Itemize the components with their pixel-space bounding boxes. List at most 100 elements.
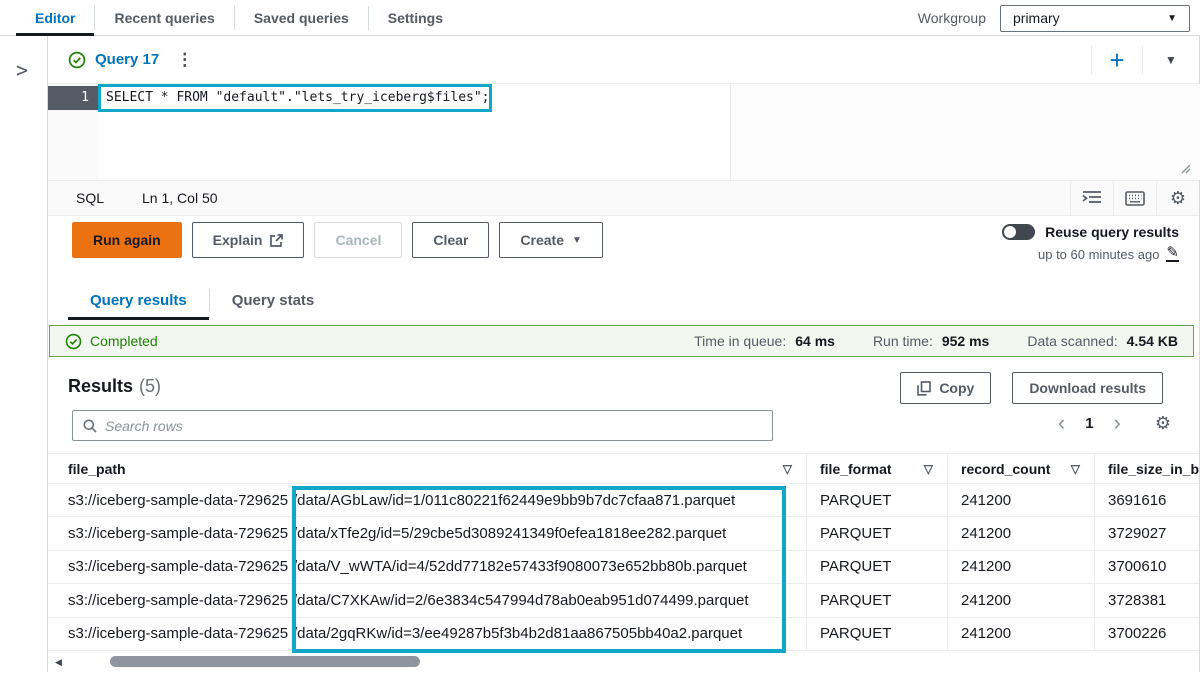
- query-actions-row: Run again Explain Cancel Clear Create ▼ …: [48, 216, 1199, 280]
- topnav-tab-recent-queries[interactable]: Recent queries: [95, 0, 233, 35]
- copy-label: Copy: [939, 380, 974, 396]
- current-page-number: 1: [1085, 415, 1093, 432]
- table-row: s3://iceberg-sample-data-729625/data/2gq…: [48, 618, 1199, 651]
- scroll-left-arrow-icon[interactable]: ◀: [55, 657, 62, 668]
- cell-record-count: 241200: [947, 618, 1094, 650]
- next-page-icon[interactable]: ›: [1114, 412, 1121, 434]
- cell-file-format: PARQUET: [806, 517, 947, 549]
- editor-settings-gear-icon[interactable]: ⚙: [1157, 189, 1199, 207]
- column-header-label: file_path: [68, 461, 126, 477]
- column-filter-icon[interactable]: ▽: [783, 462, 792, 476]
- cell-file-format: PARQUET: [806, 551, 947, 583]
- topnav-tabs: EditorRecent queriesSaved queriesSetting…: [0, 0, 462, 35]
- cell-file-size: 3728381: [1094, 584, 1199, 616]
- topnav-tab-settings[interactable]: Settings: [369, 0, 462, 35]
- query-tab-title[interactable]: Query 17: [95, 51, 159, 68]
- column-header-file_path: file_path ▽: [48, 454, 806, 483]
- metric-label: Run time:: [873, 333, 933, 349]
- file-path-prefix: s3://iceberg-sample-data-729625: [68, 558, 293, 575]
- results-tab-bar: Query resultsQuery stats: [48, 280, 1199, 320]
- chevron-down-icon: ▼: [572, 235, 582, 246]
- file-path-prefix: s3://iceberg-sample-data-729625: [68, 492, 293, 509]
- metric-label: Data scanned:: [1027, 333, 1117, 349]
- download-results-button[interactable]: Download results: [1012, 372, 1163, 404]
- workgroup-select[interactable]: primary ▼: [1000, 5, 1190, 32]
- run-again-button[interactable]: Run again: [72, 222, 182, 258]
- cell-file-path: s3://iceberg-sample-data-729625/data/C7X…: [48, 584, 806, 616]
- cell-file-size: 3700610: [1094, 551, 1199, 583]
- cell-file-path: s3://iceberg-sample-data-729625/data/2gq…: [48, 618, 806, 650]
- results-settings-gear-icon[interactable]: ⚙: [1155, 414, 1171, 432]
- cell-file-path: s3://iceberg-sample-data-729625/data/AGb…: [48, 484, 806, 516]
- sql-editor[interactable]: 1 SELECT * FROM "default"."lets_try_iceb…: [48, 84, 1199, 180]
- table-row: s3://iceberg-sample-data-729625/data/AGb…: [48, 484, 1199, 517]
- collapsed-side-panel: >: [0, 36, 48, 672]
- query-tab-bar: Query 17 ⋮ + ▼: [48, 36, 1199, 84]
- editor-resize-handle[interactable]: [1177, 162, 1191, 174]
- reuse-results-note: up to 60 minutes ago: [1038, 247, 1159, 262]
- scrollbar-thumb[interactable]: [110, 656, 420, 667]
- cell-record-count: 241200: [947, 484, 1094, 516]
- new-query-tab-button[interactable]: +: [1092, 47, 1142, 73]
- keyboard-shortcuts-icon[interactable]: [1114, 191, 1156, 206]
- copy-button[interactable]: Copy: [900, 372, 991, 404]
- file-path-suffix: /data/2gqRKw/id=3/ee49287b5f3b4b2d81aa86…: [293, 625, 742, 642]
- workgroup-value: primary: [1013, 10, 1060, 26]
- workgroup-label: Workgroup: [918, 10, 986, 26]
- create-label: Create: [520, 232, 564, 248]
- query-success-icon: [68, 51, 86, 69]
- cell-record-count: 241200: [947, 517, 1094, 549]
- file-path-prefix: s3://iceberg-sample-data-729625: [68, 592, 293, 609]
- explain-label: Explain: [213, 232, 263, 248]
- cell-record-count: 241200: [947, 551, 1094, 583]
- banner-metric: Data scanned: 4.54 KB: [1027, 333, 1178, 349]
- line-number: 1: [48, 86, 99, 110]
- create-button[interactable]: Create ▼: [499, 222, 603, 258]
- banner-metric: Run time: 952 ms: [873, 333, 989, 349]
- banner-metric: Time in queue:64 ms: [694, 333, 835, 349]
- metric-value: 4.54 KB: [1127, 333, 1178, 349]
- file-path-suffix: /data/AGbLaw/id=1/011c80221f62449e9bb9b7…: [293, 492, 735, 509]
- query-editor-panel: Query 17 ⋮ + ▼ 1 SELECT * FROM "default"…: [48, 36, 1200, 672]
- format-query-icon[interactable]: [1071, 190, 1113, 206]
- reuse-results-label: Reuse query results: [1045, 224, 1179, 240]
- column-filter-icon[interactable]: ▽: [1071, 462, 1080, 476]
- topnav-tab-editor[interactable]: Editor: [16, 0, 94, 35]
- file-path-suffix: /data/xTfe2g/id=5/29cbe5d3089241349f0efe…: [293, 525, 726, 542]
- kebab-menu-icon[interactable]: ⋮: [176, 50, 193, 70]
- cell-record-count: 241200: [947, 584, 1094, 616]
- cell-file-size: 3691616: [1094, 484, 1199, 516]
- reuse-results-toggle[interactable]: [1002, 224, 1035, 240]
- topnav-tab-saved-queries[interactable]: Saved queries: [235, 0, 368, 35]
- banner-metrics: Time in queue:64 ms Run time: 952 ms Data s…: [694, 333, 1178, 349]
- workgroup-control: Workgroup primary ▼: [918, 0, 1190, 36]
- results-header-row: Results(5) Copy Download results: [48, 368, 1199, 410]
- language-label: SQL: [76, 190, 104, 206]
- column-filter-icon[interactable]: ▽: [924, 462, 933, 476]
- expand-panel-icon[interactable]: >: [16, 58, 28, 82]
- cursor-position: Ln 1, Col 50: [142, 190, 218, 206]
- cell-file-path: s3://iceberg-sample-data-729625/data/xTf…: [48, 517, 806, 549]
- results-table: file_path▽file_format▽record_count▽file_…: [48, 453, 1199, 651]
- explain-button[interactable]: Explain: [192, 222, 305, 258]
- metric-value: 952 ms: [942, 333, 989, 349]
- column-header-record_count: record_count▽: [947, 454, 1094, 483]
- edit-pencil-icon[interactable]: ✎: [1166, 246, 1179, 262]
- results-tab-query-stats[interactable]: Query stats: [210, 280, 337, 320]
- results-table-header: file_path▽file_format▽record_count▽file_…: [48, 453, 1199, 484]
- results-count: (5): [139, 376, 161, 396]
- results-tab-query-results[interactable]: Query results: [68, 280, 209, 320]
- column-header-file_format: file_format▽: [806, 454, 947, 483]
- external-link-icon: [270, 234, 283, 247]
- search-rows-input[interactable]: Search rows: [72, 410, 773, 441]
- cancel-button: Cancel: [314, 222, 402, 258]
- tab-list-dropdown-icon[interactable]: ▼: [1143, 53, 1199, 67]
- file-path-prefix: s3://iceberg-sample-data-729625: [68, 525, 293, 542]
- previous-page-icon[interactable]: ‹: [1058, 412, 1065, 434]
- cell-file-size: 3729027: [1094, 517, 1199, 549]
- cell-file-format: PARQUET: [806, 484, 947, 516]
- cell-file-format: PARQUET: [806, 584, 947, 616]
- clear-button[interactable]: Clear: [412, 222, 489, 258]
- column-header-label: file_size_in_b: [1108, 461, 1199, 477]
- horizontal-scrollbar: ◀: [48, 655, 1199, 669]
